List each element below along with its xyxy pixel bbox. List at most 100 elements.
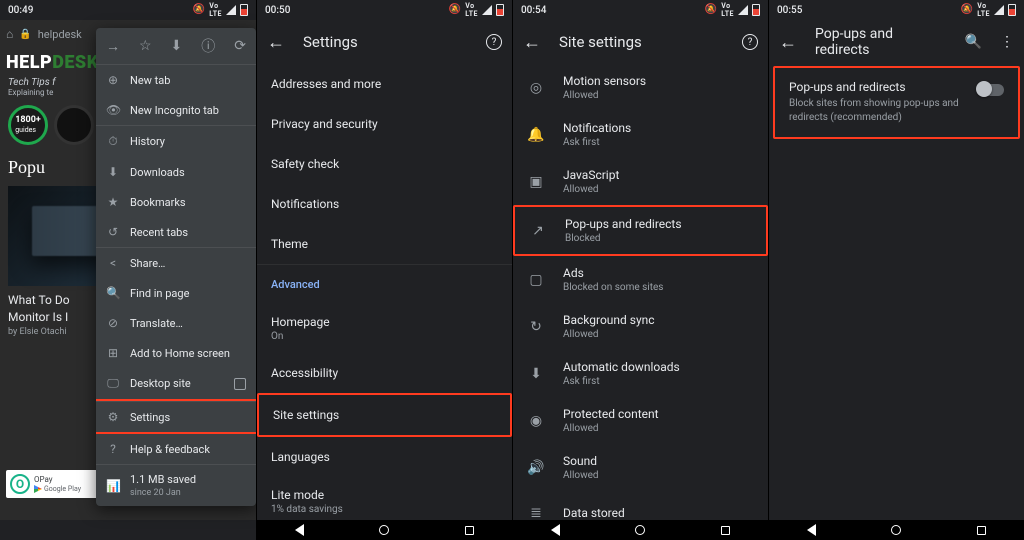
- mute-icon: 🔕: [961, 5, 973, 15]
- back-button[interactable]: [807, 524, 816, 536]
- motion-icon: ◎: [527, 80, 545, 96]
- back-button[interactable]: [551, 524, 560, 536]
- home-button[interactable]: [891, 525, 901, 535]
- settings-accessibility[interactable]: Accessibility: [257, 353, 512, 393]
- settings-lite-mode[interactable]: Lite mode1% data savings: [257, 477, 512, 520]
- opay-icon: O: [10, 474, 30, 494]
- chart-icon: 📊: [106, 479, 120, 493]
- signal-icon: [482, 5, 492, 15]
- help-icon[interactable]: ?: [742, 34, 758, 50]
- forward-icon[interactable]: →: [102, 34, 124, 59]
- search-icon: 🔍: [106, 286, 120, 300]
- back-icon[interactable]: ←: [779, 32, 797, 53]
- reload-icon[interactable]: ⟳: [230, 34, 250, 58]
- help-icon: ?: [106, 442, 120, 456]
- incognito-icon: 👁: [106, 103, 120, 117]
- menu-downloads[interactable]: ⬇Downloads: [96, 157, 256, 187]
- site-javascript[interactable]: ▣JavaScriptAllowed: [513, 158, 768, 205]
- info-icon[interactable]: ⓘ: [197, 32, 219, 60]
- play-icon: [34, 485, 42, 493]
- back-button[interactable]: [295, 524, 304, 536]
- popups-toggle-row[interactable]: Pop-ups and redirects Block sites from s…: [775, 68, 1018, 137]
- more-icon[interactable]: ⋮: [1000, 34, 1014, 50]
- battery-icon: [240, 4, 248, 16]
- site-sound[interactable]: 🔊SoundAllowed: [513, 444, 768, 491]
- star-icon: ★: [106, 195, 120, 209]
- js-icon: ▣: [527, 174, 545, 190]
- settings-languages[interactable]: Languages: [257, 437, 512, 477]
- popups-list: Pop-ups and redirects Block sites from s…: [769, 64, 1024, 520]
- android-nav-bar: [257, 520, 512, 540]
- desktop-icon: 🖵: [106, 376, 120, 391]
- site-settings-list[interactable]: ◎Motion sensorsAllowed 🔔NotificationsAsk…: [513, 64, 768, 520]
- settings-theme[interactable]: Theme: [257, 224, 512, 264]
- bell-icon: 🔔: [527, 127, 545, 143]
- stat-circle: [54, 105, 94, 145]
- status-bar: 00:55 🔕VoLTE: [769, 0, 1024, 20]
- settings-list[interactable]: Addresses and more Privacy and security …: [257, 64, 512, 520]
- menu-translate[interactable]: ⊘Translate…: [96, 308, 256, 338]
- recents-button[interactable]: [721, 526, 730, 535]
- history-icon: ⏱: [106, 134, 120, 149]
- menu-history[interactable]: ⏱History: [96, 125, 256, 157]
- settings-notifications[interactable]: Notifications: [257, 184, 512, 224]
- settings-advanced-header: Advanced: [257, 264, 512, 304]
- menu-new-incognito[interactable]: 👁New Incognito tab: [96, 95, 256, 125]
- help-icon[interactable]: ?: [486, 34, 502, 50]
- toggle-switch[interactable]: [978, 84, 1004, 96]
- ad-brand: OPay: [34, 475, 81, 484]
- menu-add-home[interactable]: ⊞Add to Home screen: [96, 338, 256, 368]
- share-icon: <: [106, 256, 120, 270]
- menu-help[interactable]: ?Help & feedback: [96, 434, 256, 464]
- home-icon[interactable]: ⌂: [6, 27, 13, 41]
- lte-label: VoLTE: [721, 2, 734, 18]
- menu-share[interactable]: <Share…: [96, 247, 256, 278]
- clock: 00:49: [8, 5, 33, 16]
- menu-recent-tabs[interactable]: ↺Recent tabs: [96, 217, 256, 247]
- lte-label: VoLTE: [209, 2, 222, 18]
- menu-desktop-site[interactable]: 🖵Desktop site: [96, 368, 256, 399]
- site-popups[interactable]: ↗Pop-ups and redirectsBlocked: [515, 207, 766, 254]
- back-icon[interactable]: ←: [523, 32, 541, 53]
- site-ads[interactable]: ▢AdsBlocked on some sites: [513, 256, 768, 303]
- site-notifications[interactable]: 🔔NotificationsAsk first: [513, 111, 768, 158]
- mute-icon: 🔕: [705, 5, 717, 15]
- menu-find[interactable]: 🔍Find in page: [96, 278, 256, 308]
- menu-settings[interactable]: ⚙Settings: [96, 401, 256, 432]
- status-bar: 00:54 🔕VoLTE: [513, 0, 768, 20]
- clock: 00:55: [777, 5, 802, 16]
- checkbox[interactable]: [234, 378, 246, 390]
- recents-button[interactable]: [465, 526, 474, 535]
- plus-circle-icon: ⊕: [106, 73, 120, 87]
- star-icon[interactable]: ☆: [135, 34, 156, 58]
- back-icon[interactable]: ←: [267, 32, 285, 53]
- recents-button[interactable]: [977, 526, 986, 535]
- settings-site-settings[interactable]: Site settings: [259, 395, 510, 435]
- clock: 00:50: [265, 5, 290, 16]
- settings-homepage[interactable]: HomepageOn: [257, 304, 512, 353]
- download-icon[interactable]: ⬇: [167, 34, 187, 58]
- battery-icon: [496, 4, 504, 16]
- stat-guides: 1800+guides: [8, 105, 48, 145]
- settings-privacy[interactable]: Privacy and security: [257, 104, 512, 144]
- chrome-overflow-menu: → ☆ ⬇ ⓘ ⟳ ⊕New tab 👁New Incognito tab ⏱H…: [96, 28, 256, 506]
- site-settings-appbar: ← Site settings ?: [513, 20, 768, 64]
- sync-icon: ↻: [527, 319, 545, 335]
- site-bg-sync[interactable]: ↻Background syncAllowed: [513, 303, 768, 350]
- download-icon: ⬇: [527, 366, 545, 382]
- protected-icon: ◉: [527, 413, 545, 429]
- home-button[interactable]: [635, 525, 645, 535]
- settings-safety[interactable]: Safety check: [257, 144, 512, 184]
- menu-data-saved[interactable]: 📊1.1 MB savedsince 20 Jan: [96, 464, 256, 506]
- site-data-stored[interactable]: ≣Data stored: [513, 491, 768, 520]
- home-button[interactable]: [379, 525, 389, 535]
- settings-addresses[interactable]: Addresses and more: [257, 64, 512, 104]
- site-auto-downloads[interactable]: ⬇Automatic downloadsAsk first: [513, 350, 768, 397]
- menu-new-tab[interactable]: ⊕New tab: [96, 64, 256, 95]
- search-icon[interactable]: 🔍: [965, 34, 982, 50]
- site-protected[interactable]: ◉Protected contentAllowed: [513, 397, 768, 444]
- battery-icon: [752, 4, 760, 16]
- menu-bookmarks[interactable]: ★Bookmarks: [96, 187, 256, 217]
- site-motion-sensors[interactable]: ◎Motion sensorsAllowed: [513, 64, 768, 111]
- lock-icon: 🔒: [19, 29, 31, 40]
